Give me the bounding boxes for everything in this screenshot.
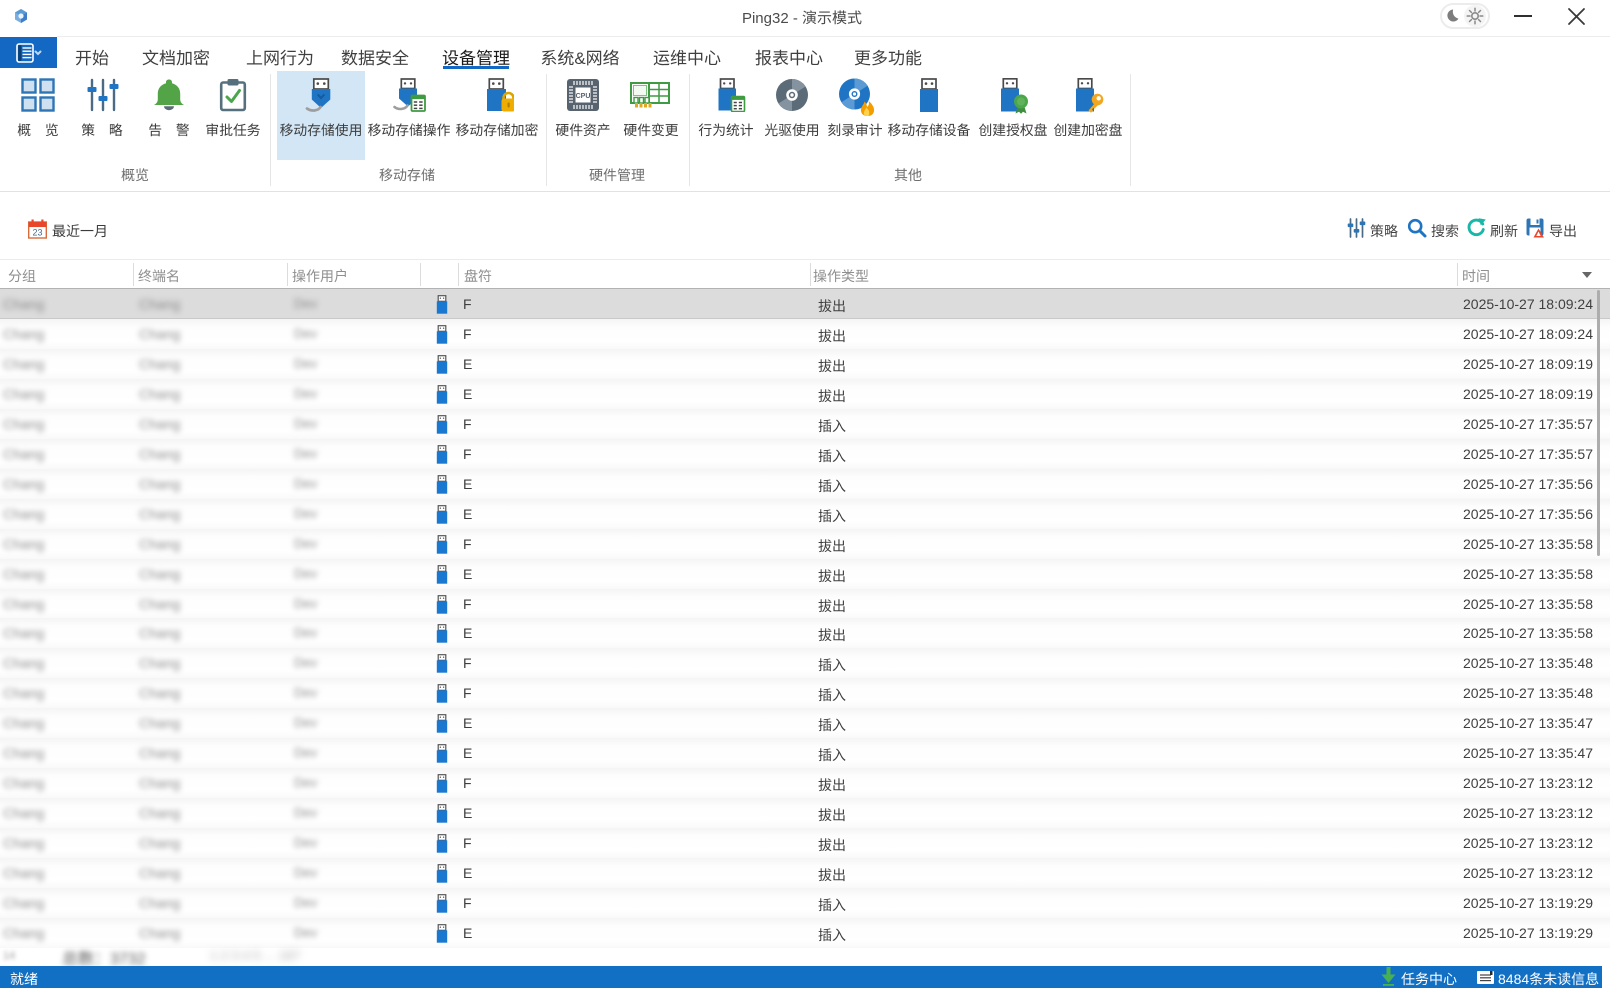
svg-text:CPU: CPU [576, 93, 591, 100]
svg-text:23: 23 [32, 228, 42, 238]
